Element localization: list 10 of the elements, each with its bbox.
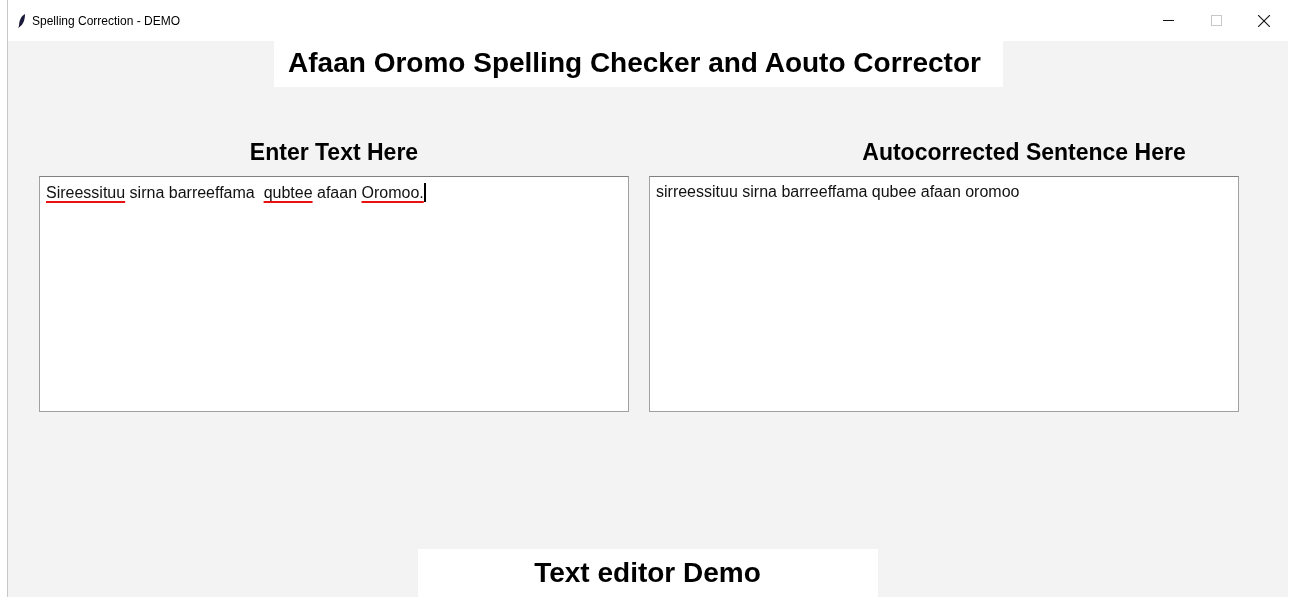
output-label: Autocorrected Sentence Here (862, 138, 1186, 166)
footer-label: Text editor Demo (417, 549, 878, 597)
input-field[interactable]: Sireessituu sirna barreeffama qubtee afaan Oromoo. (39, 176, 629, 412)
app-heading: Afaan Oromo Spelling Checker and Aouto Corrector (274, 41, 1003, 87)
output-field[interactable]: sirreessituu sirna barreeffama qubee afaan oromoo (649, 176, 1239, 412)
close-icon (1258, 14, 1270, 27)
feather-icon (18, 13, 26, 28)
window-title: Spelling Correction - DEMO (32, 13, 181, 28)
input-label: Enter Text Here (249, 138, 419, 166)
maximize-icon (1210, 15, 1222, 26)
